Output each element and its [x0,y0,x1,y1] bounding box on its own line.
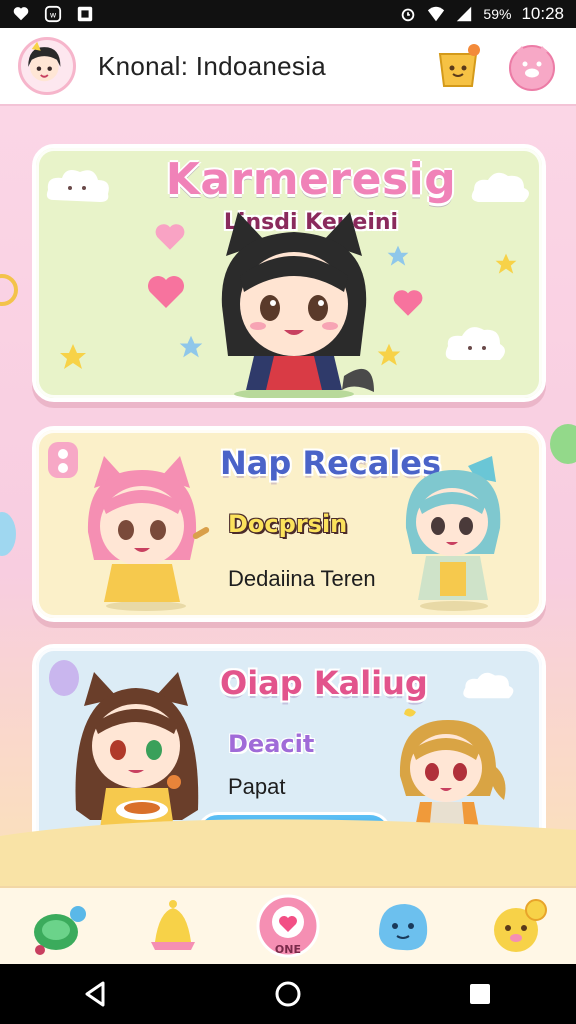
app-title: Knonal: Indoanesia [98,50,327,81]
cloud-icon [445,327,505,360]
sand-decoration [0,819,576,886]
nav-label: ONE [274,943,301,956]
home-button[interactable] [268,974,308,1014]
pink-cat-girl-character [87,456,210,611]
star-icon [387,245,409,266]
heart-icon [155,224,185,250]
status-bar: w 59% 10:28 [0,0,576,28]
turtle-icon [33,906,86,955]
cat-girl-character [221,212,374,398]
star-icon [179,335,203,358]
pig-face-icon[interactable] [506,40,558,92]
back-button[interactable] [76,974,116,1014]
card-title: Oiap Kaliug [220,664,428,702]
recents-button[interactable] [460,974,500,1014]
cloud-icon [463,672,514,699]
status-right-icons: 59% 10:28 [399,4,564,24]
status-time: 10:28 [521,4,564,23]
blob-friend-icon [379,904,428,951]
balloon-icon [0,512,16,556]
home-icon [275,981,301,1007]
feature-card[interactable]: Nap Recales Docprsin Dedaiina Teren [32,426,546,622]
battery-percent: 59% [483,6,512,22]
cloud-icon [471,172,529,202]
card-subtitle: Docprsin [228,510,348,538]
heart-icon [12,5,30,23]
image-icon [76,5,94,23]
alarm-icon [399,5,417,23]
card-subtitle: Deacit [228,730,315,758]
teal-bow-girl-character [405,456,501,611]
nav-item-turtle[interactable] [26,894,90,958]
bell-icon [150,900,195,950]
recents-icon [470,984,490,1004]
app-icon: w [44,5,62,23]
heart-icon [148,276,184,308]
star-icon [495,253,517,274]
cloud-icon [46,170,109,202]
bottom-nav: ONE [0,886,576,964]
nav-item-home[interactable]: ONE [256,894,320,958]
app-header: Knonal: Indoanesia [0,28,576,106]
nav-item-bell[interactable] [141,894,205,958]
shop-bag-icon[interactable] [432,40,484,92]
ring-icon [0,274,18,306]
card-body: Papat [228,774,286,799]
back-icon [85,981,105,1007]
scene: Karmeresig Linsdi Keueini Nap Recales Do… [0,106,576,886]
nav-item-friend[interactable] [371,894,435,958]
hero-card[interactable]: Karmeresig Linsdi Keueini [32,144,546,402]
signal-icon [455,5,473,23]
system-nav [0,964,576,1024]
star-icon [60,344,86,369]
header-actions [432,40,558,92]
nav-item-chick[interactable] [486,894,550,958]
hero-title: Karmeresig [165,154,457,205]
svg-text:w: w [50,10,57,20]
card-body: Dedaiina Teren [228,566,376,591]
status-left-icons: w [12,5,94,23]
badge-icon [48,442,78,478]
wifi-icon [427,5,445,23]
heart-icon [393,290,423,316]
smiley-chick-icon [494,899,548,952]
avatar[interactable] [18,37,76,95]
